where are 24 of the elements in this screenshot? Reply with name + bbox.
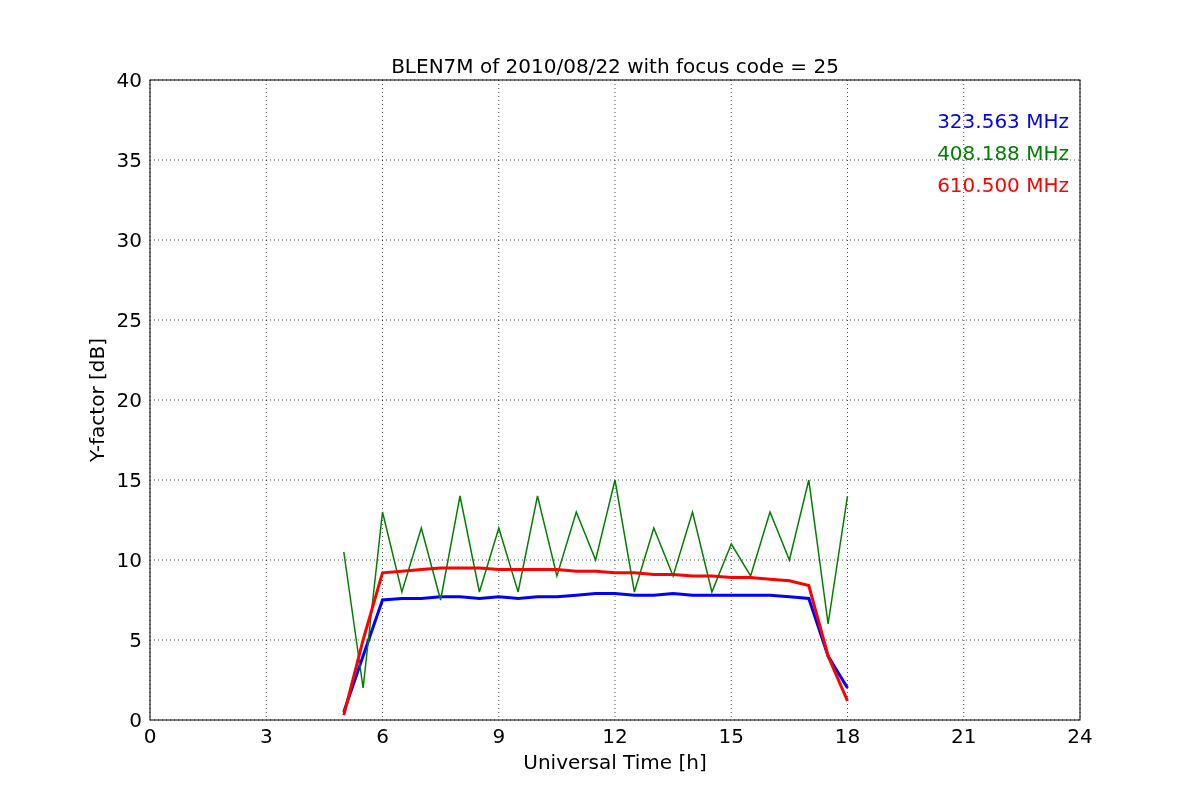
x-tick-label: 6 <box>376 724 389 748</box>
x-tick-label: 21 <box>951 724 977 748</box>
y-tick-label: 35 <box>116 148 142 172</box>
y-tick-label: 15 <box>116 468 142 492</box>
chart-title: BLEN7M of 2010/08/22 with focus code = 25 <box>391 54 839 78</box>
x-tick-label: 9 <box>492 724 506 748</box>
y-tick-label: 10 <box>116 548 142 572</box>
x-tick-label: 15 <box>718 724 744 748</box>
x-tick-label: 24 <box>1067 724 1093 748</box>
x-tick-label: 12 <box>602 724 628 748</box>
y-tick-label: 5 <box>129 628 142 652</box>
y-tick-label: 30 <box>116 228 142 252</box>
legend-label: 610.500 MHz <box>937 173 1069 197</box>
y-tick-label: 0 <box>129 708 142 732</box>
x-tick-label: 3 <box>259 724 273 748</box>
y-tick-label: 25 <box>116 308 142 332</box>
legend-label: 408.188 MHz <box>937 141 1069 165</box>
x-tick-label: 18 <box>834 724 861 748</box>
y-tick-label: 40 <box>116 68 142 92</box>
x-tick-label: 0 <box>143 724 157 748</box>
y-tick-label: 20 <box>116 388 142 412</box>
x-axis-label: Universal Time [h] <box>523 750 707 774</box>
legend-label: 323.563 MHz <box>937 109 1069 133</box>
y-axis-label: Y-factor [dB] <box>85 338 109 462</box>
